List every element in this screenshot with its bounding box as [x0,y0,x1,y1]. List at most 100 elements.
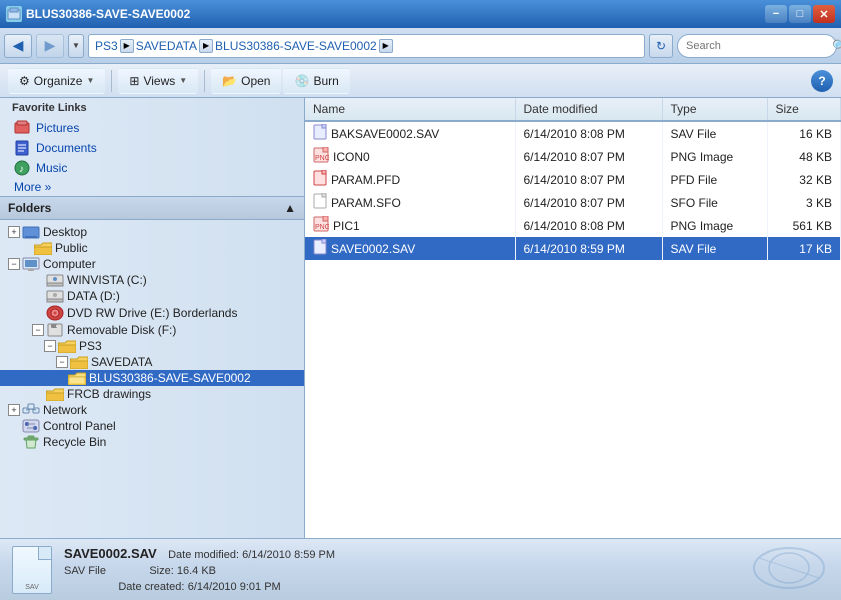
breadcrumb: PS3 ▶ SAVEDATA ▶ BLUS30386-SAVE-SAVE0002… [95,39,638,53]
network-label: Network [43,403,87,417]
tree-item-savedata[interactable]: − SAVEDATA [0,354,304,370]
organize-button[interactable]: ⚙ Organize ▼ [8,68,105,94]
organize-icon: ⚙ [19,74,30,88]
documents-icon [14,140,30,156]
expand-removable[interactable]: − [32,324,44,336]
table-row[interactable]: PARAM.SFO6/14/2010 8:07 PMSFO File3 KB [305,191,841,214]
file-size-cell: 32 KB [767,168,841,191]
folders-header[interactable]: Folders ▲ [0,196,304,220]
expand-computer[interactable]: − [8,258,20,270]
tree-item-blus[interactable]: BLUS30386-SAVE-SAVE0002 [0,370,304,386]
col-type[interactable]: Type [662,98,767,121]
file-name-cell: PARAM.PFD [305,168,515,191]
file-name: SAVE0002.SAV [331,242,415,256]
col-name[interactable]: Name [305,98,515,121]
file-list-body: BAKSAVE0002.SAV6/14/2010 8:08 PMSAV File… [305,121,841,260]
recycle-bin-label: Recycle Bin [43,435,106,449]
breadcrumb-item-blus[interactable]: BLUS30386-SAVE-SAVE0002 [215,39,377,53]
sidebar-item-documents[interactable]: Documents [0,138,304,158]
views-icon: ⊞ [129,74,139,88]
breadcrumb-arrow-1[interactable]: ▶ [120,39,134,53]
search-input[interactable] [686,40,828,52]
file-table: Name Date modified Type Size BAKSAVE0002… [305,98,841,260]
breadcrumb-item-savedata[interactable]: SAVEDATA [136,39,197,53]
back-button[interactable]: ◀ [4,34,32,58]
file-icon: PNG [313,216,329,235]
pictures-label: Pictures [36,121,79,135]
tree-item-winvista[interactable]: WINVISTA (C:) [0,272,304,288]
favorite-links-header[interactable]: Favorite Links [0,98,304,118]
expand-network[interactable]: + [8,404,20,416]
tree-item-recycle-bin[interactable]: Recycle Bin [0,434,304,450]
tree-item-dvdrw[interactable]: DVD RW Drive (E:) Borderlands [0,304,280,322]
status-filename: SAVE0002.SAV [64,546,157,561]
file-name: PARAM.SFO [331,196,401,210]
breadcrumb-arrow-3[interactable]: ▶ [379,39,393,53]
expand-desktop[interactable]: + [8,226,20,238]
open-button[interactable]: 📂 Open [211,68,281,94]
expand-savedata[interactable]: − [56,356,68,368]
tree-item-computer[interactable]: − Computer [0,256,304,272]
file-type-cell: SAV File [662,237,767,260]
sidebar-item-music[interactable]: ♪ Music [0,158,304,178]
toolbar-separator-2 [204,70,205,92]
status-type-row: SAV File Size: 16.4 KB [64,563,335,577]
status-watermark [749,543,829,596]
maximize-button[interactable]: □ [789,5,811,23]
forward-button[interactable]: ▶ [36,34,64,58]
tree-item-control-panel[interactable]: Control Panel [0,418,304,434]
data-label: DATA (D:) [67,289,120,303]
tree-item-network[interactable]: + Network [0,402,304,418]
winvista-label: WINVISTA (C:) [67,273,147,287]
file-name: BAKSAVE0002.SAV [331,127,439,141]
toolbar-separator-1 [111,70,112,92]
file-list-scroll: Name Date modified Type Size BAKSAVE0002… [305,98,841,538]
tree-item-ps3[interactable]: − PS3 [0,338,304,354]
computer-label: Computer [43,257,96,271]
burn-button[interactable]: 💿 Burn [283,68,349,94]
views-button[interactable]: ⊞ Views ▼ [118,68,198,94]
tree-item-desktop[interactable]: + Desktop [0,224,304,240]
sidebar-item-pictures[interactable]: Pictures [0,118,304,138]
breadcrumb-arrow-2[interactable]: ▶ [199,39,213,53]
nav-dropdown-button[interactable]: ▼ [68,34,84,58]
status-created-row: Date created: 6/14/2010 9:01 PM [64,579,335,593]
organize-dropdown-icon: ▼ [86,76,94,85]
folder-tree: + Desktop Public − Computer [0,220,304,454]
svg-text:PNG: PNG [315,155,329,162]
close-button[interactable]: ✕ [813,5,835,23]
tree-item-frcb[interactable]: FRCB drawings [0,386,304,402]
tree-item-public[interactable]: Public [0,240,304,256]
search-box: 🔍 [677,34,837,58]
table-row[interactable]: SAVE0002.SAV6/14/2010 8:59 PMSAV File17 … [305,237,841,260]
col-date[interactable]: Date modified [515,98,662,121]
title-bar-left: BLUS30386-SAVE-SAVE0002 [6,6,190,22]
expand-ps3[interactable]: − [44,340,56,352]
breadcrumb-item-ps3[interactable]: PS3 [95,39,118,53]
file-date-cell: 6/14/2010 8:07 PM [515,145,662,168]
table-row[interactable]: BAKSAVE0002.SAV6/14/2010 8:08 PMSAV File… [305,121,841,145]
left-panel-scroll: Favorite Links Pictures Documents ♪ Musi… [0,98,304,538]
address-bar: ◀ ▶ ▼ PS3 ▶ SAVEDATA ▶ BLUS30386-SAVE-SA… [0,28,841,64]
file-size-cell: 48 KB [767,145,841,168]
toolbar: ⚙ Organize ▼ ⊞ Views ▼ 📂 Open 💿 Burn ? [0,64,841,98]
file-type-cell: PNG Image [662,214,767,237]
tree-item-data[interactable]: DATA (D:) [0,288,304,304]
more-link[interactable]: More » [0,178,304,196]
col-size[interactable]: Size [767,98,841,121]
main-content: Favorite Links Pictures Documents ♪ Musi… [0,98,841,538]
status-info: SAVE0002.SAV Date modified: 6/14/2010 8:… [64,546,335,593]
file-icon [313,239,327,258]
removable-label: Removable Disk (F:) [67,323,176,337]
help-button[interactable]: ? [811,70,833,92]
table-row[interactable]: PNGICON06/14/2010 8:07 PMPNG Image48 KB [305,145,841,168]
file-type-cell: PNG Image [662,145,767,168]
table-row[interactable]: PARAM.PFD6/14/2010 8:07 PMPFD File32 KB [305,168,841,191]
title-bar-buttons: − □ ✕ [765,5,835,23]
minimize-button[interactable]: − [765,5,787,23]
table-row[interactable]: PNGPIC16/14/2010 8:08 PMPNG Image561 KB [305,214,841,237]
file-type-cell: PFD File [662,168,767,191]
tree-item-removable[interactable]: − Removable Disk (F:) [0,322,304,338]
search-icon: 🔍 [832,39,841,53]
refresh-button[interactable]: ↻ [649,34,673,58]
